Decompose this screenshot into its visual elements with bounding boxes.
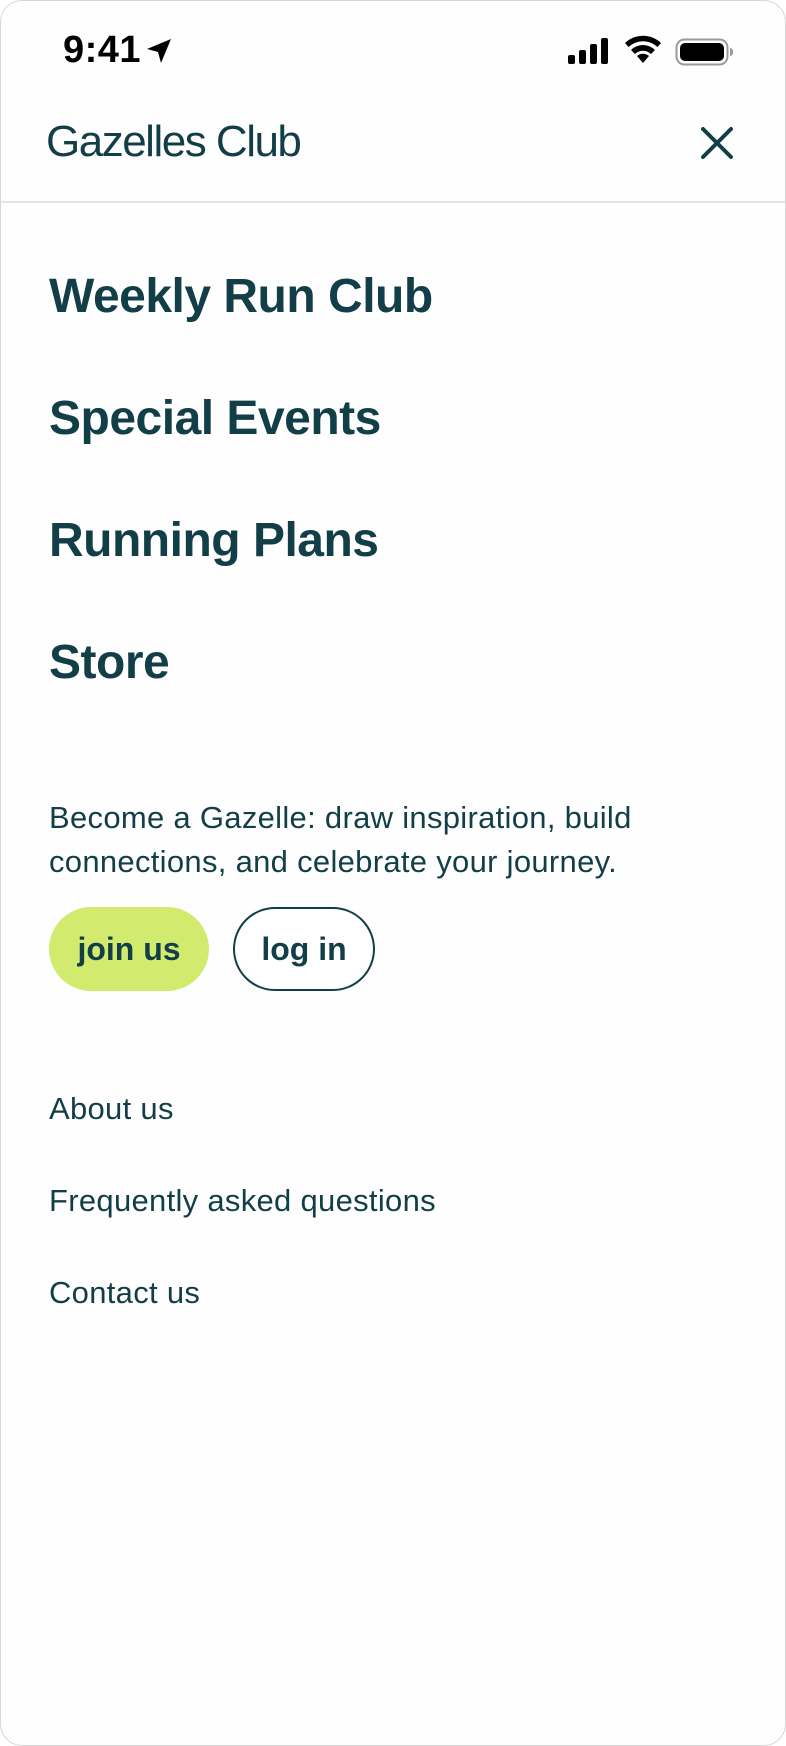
battery-icon (675, 38, 733, 66)
nav-item-special-events[interactable]: Special Events (49, 391, 433, 447)
primary-nav: Weekly Run Club Special Events Running P… (49, 269, 433, 757)
link-faq[interactable]: Frequently asked questions (49, 1181, 436, 1221)
close-icon[interactable] (697, 123, 737, 163)
log-in-button[interactable]: log in (233, 907, 375, 991)
nav-item-weekly-run-club[interactable]: Weekly Run Club (49, 269, 433, 325)
join-us-button[interactable]: join us (49, 907, 209, 991)
promo-text: Become a Gazelle: draw inspiration, buil… (49, 800, 632, 879)
status-bar: 9:41 (1, 1, 785, 101)
app-header: Gazelles Club (1, 101, 785, 203)
secondary-nav: About us Frequently asked questions Cont… (49, 1089, 436, 1365)
brand-logo[interactable]: Gazelles Club (46, 117, 302, 167)
status-time: 9:41 (63, 29, 142, 71)
nav-item-running-plans[interactable]: Running Plans (49, 513, 433, 569)
cellular-signal-icon (568, 38, 608, 64)
phone-frame: 9:41 Gazelles Club Weekly Run Club Speci (0, 0, 786, 1746)
wifi-icon (625, 35, 661, 63)
link-contact-us[interactable]: Contact us (49, 1273, 436, 1313)
link-about-us[interactable]: About us (49, 1089, 436, 1129)
nav-item-store[interactable]: Store (49, 635, 433, 691)
location-arrow-icon (147, 39, 171, 63)
